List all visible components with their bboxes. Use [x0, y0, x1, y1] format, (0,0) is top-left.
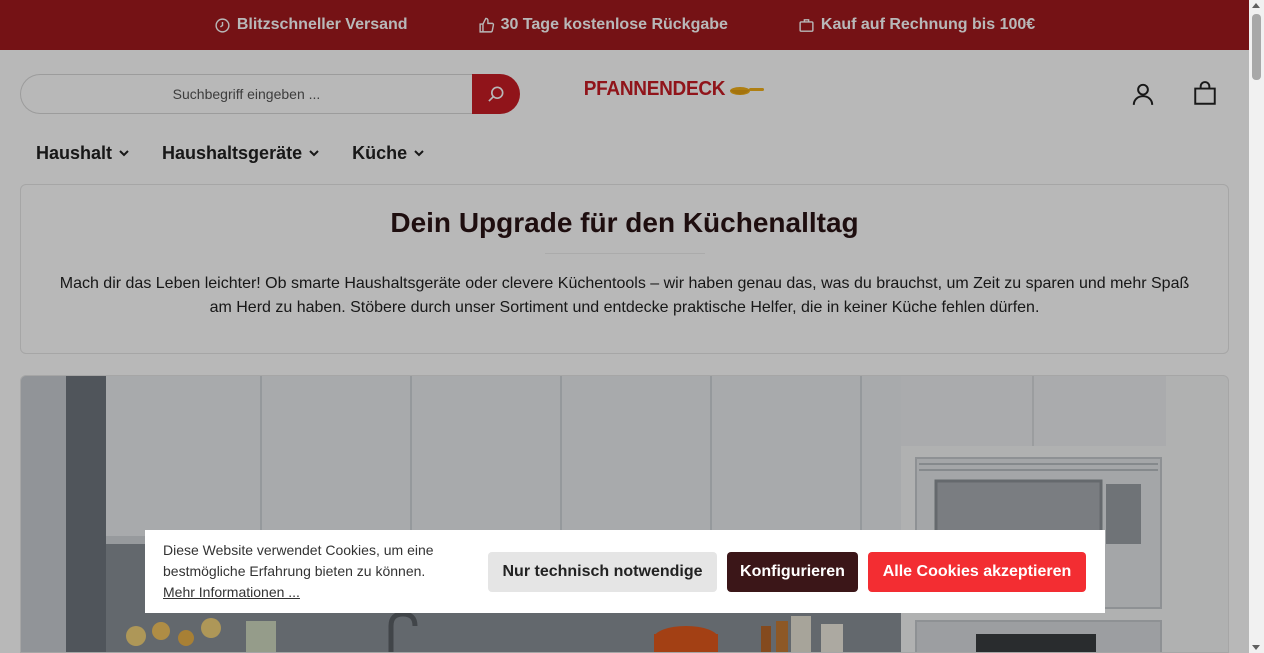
- cookie-more-info-link[interactable]: Mehr Informationen ...: [163, 584, 300, 600]
- page-scrollbar[interactable]: [1249, 0, 1264, 653]
- scroll-up-arrow-icon[interactable]: [1252, 3, 1260, 8]
- configure-button[interactable]: Konfigurieren: [727, 551, 858, 592]
- cookie-text-block: Diese Website verwendet Cookies, um eine…: [163, 540, 473, 603]
- cookie-actions: Nur technisch notwendige Konfigurieren A…: [488, 551, 1086, 592]
- scrollbar-thumb[interactable]: [1252, 14, 1261, 80]
- accept-all-button[interactable]: Alle Cookies akzeptieren: [868, 551, 1086, 592]
- cookie-message: Diese Website verwendet Cookies, um eine…: [163, 542, 434, 579]
- cookie-banner: Diese Website verwendet Cookies, um eine…: [145, 530, 1105, 613]
- scroll-down-arrow-icon[interactable]: [1252, 645, 1260, 650]
- technical-only-button[interactable]: Nur technisch notwendige: [488, 551, 717, 592]
